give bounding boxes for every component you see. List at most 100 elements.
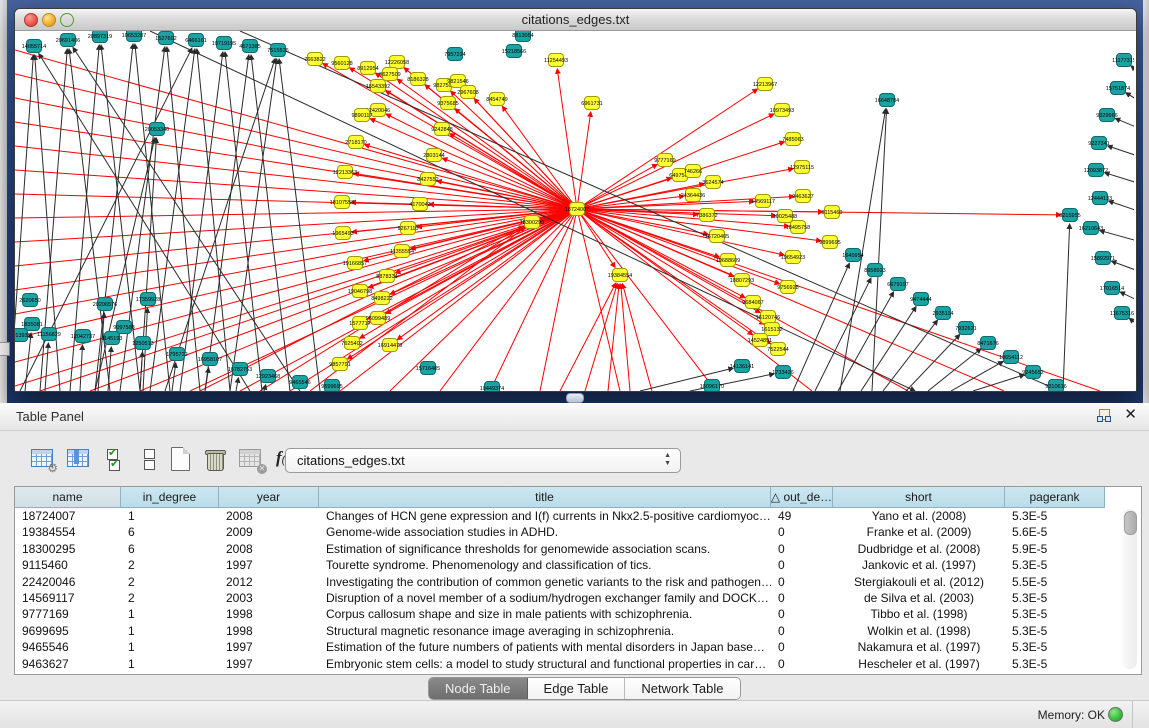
graph-node[interactable]: 9329966 [1096,109,1117,122]
table-row[interactable]: 969969511998Structural magnetic resonanc… [15,623,1105,639]
table-row[interactable]: 946554611997Estimation of the future num… [15,639,1105,655]
graph-node[interactable]: 19654923 [781,251,805,264]
graph-node[interactable]: 9560128 [331,57,352,70]
graph-node[interactable]: 17359928 [136,293,160,306]
column-header-title[interactable]: title [319,487,771,508]
collapsed-panel-notch[interactable] [0,342,10,356]
graph-node[interactable]: 7522544 [767,343,788,356]
graph-node[interactable]: 14569117 [751,195,775,208]
auto-select-rows-icon[interactable]: ✔ ✔ [102,446,128,472]
graph-node[interactable]: 16958107 [198,353,222,366]
graph-node[interactable]: 1965493 [332,227,353,240]
graph-node[interactable]: 16720405 [705,230,729,243]
graph-node[interactable]: 8813054 [512,31,533,42]
graph-node[interactable]: 11675316 [1110,307,1134,320]
table-vertical-scrollbar[interactable] [1122,509,1137,669]
graph-node[interactable]: 9899695 [819,236,840,249]
graph-node[interactable]: 8215955 [1059,209,1080,222]
graph-node[interactable]: 10653287 [122,31,146,42]
graph-node[interactable]: 12093872 [1084,164,1108,177]
graph-node[interactable]: 20206576 [93,298,117,311]
table-row[interactable]: 2242004622012Investigating the contribut… [15,574,1105,590]
graph-node[interactable]: 1795722 [166,348,187,361]
graph-node[interactable]: 14136141 [730,360,754,373]
graph-node[interactable]: 12226058 [385,56,409,69]
graph-node[interactable]: 8454749 [486,93,507,106]
column-header-short[interactable]: short [833,487,1005,508]
graph-node[interactable]: 1250513 [132,337,153,350]
column-header-pagerank[interactable]: pagerank [1005,487,1105,508]
splitpane-handle[interactable] [566,393,584,403]
graph-node[interactable]: 7485063 [782,133,803,146]
graph-node[interactable]: 12213967 [753,78,777,91]
graph-node[interactable]: 9857791 [329,358,350,371]
graph-node[interactable]: 8958923 [864,264,885,277]
graph-node[interactable]: 2718170 [345,136,366,149]
graph-node[interactable]: 9267110 [397,222,418,235]
graph-node[interactable]: 7386372 [696,209,717,222]
column-header-name[interactable]: name [15,487,121,508]
graph-node[interactable]: 11355554 [390,245,414,258]
graph-node[interactable]: 4170043 [409,198,430,211]
graph-node[interactable]: 9310616 [1045,380,1066,392]
delete-entries-icon[interactable] [202,446,228,472]
tab-network-table[interactable]: Network Table [625,678,739,699]
table-row[interactable]: 1456911722003Disruption of a novel membe… [15,590,1105,606]
column-header-year[interactable]: year [219,487,319,508]
graph-node[interactable]: 7625402 [341,337,362,350]
graph-node[interactable]: 9627509 [379,68,400,81]
graph-node[interactable]: 10449374 [480,382,504,392]
graph-node[interactable]: 15892971 [1091,252,1115,265]
table-row[interactable]: 977716911998Corpus callosum shape and si… [15,606,1105,622]
graph-node[interactable]: 16096170 [700,380,724,392]
table-header-row[interactable]: namein_degreeyeartitle△ out_de…shortpage… [15,487,1105,508]
network-canvas[interactable]: 1405571420691406208973191065328715276026… [15,31,1136,391]
graph-node[interactable]: 7957224 [444,48,465,61]
show-columns-icon[interactable] [66,446,92,472]
tab-node-table[interactable]: Node Table [429,678,528,699]
graph-node[interactable]: 10719195 [212,37,236,50]
graph-node[interactable]: 2935114 [932,307,953,320]
graph-node[interactable]: 9684067 [742,296,763,309]
graph-node[interactable]: 7663822 [304,53,325,66]
graph-node[interactable]: 9242848 [431,123,452,136]
graph-node[interactable]: 1733426 [772,366,793,379]
graph-node[interactable]: 9777169 [654,154,675,167]
graph-node[interactable]: 9465546 [289,376,310,389]
graph-node[interactable]: 20691406 [56,34,80,47]
table-row[interactable]: 946362711997Embryonic stem cells: a mode… [15,656,1105,672]
table-settings-icon[interactable]: ⚙ [30,446,56,472]
graph-node[interactable]: 14055714 [22,40,46,53]
graph-node[interactable]: 12444133 [1088,192,1112,205]
graph-node[interactable]: 4671385 [239,40,260,53]
graph-node[interactable]: 9097588 [113,321,134,334]
graph-node[interactable]: 15751874 [1106,82,1130,95]
graph-node[interactable]: 2967608 [457,86,478,99]
graph-node[interactable]: 12213363 [333,166,357,179]
graph-node[interactable]: 24364436 [681,189,705,202]
table-row[interactable]: 911546021997Tourette syndrome. Phenomeno… [15,557,1105,573]
graph-node[interactable]: 9245652 [1022,366,1043,379]
graph-node[interactable]: 9375685 [437,97,458,110]
graph-node[interactable]: 8878334 [376,270,397,283]
tab-edge-table[interactable]: Edge Table [528,678,626,699]
graph-node[interactable]: 746266 [684,165,702,178]
row-height-icon[interactable] [136,446,162,472]
close-panel-icon[interactable]: ✕ [1124,407,1137,423]
graph-node[interactable]: 9756928 [777,281,798,294]
table-selector-dropdown[interactable]: citations_edges.txt ▲▼ [285,448,681,473]
graph-node[interactable]: 9699695 [321,380,342,392]
graph-node[interactable]: 3624574 [702,176,723,189]
graph-node[interactable]: 16914479 [378,339,402,352]
graph-node[interactable]: 7932621 [955,322,976,335]
graph-node[interactable]: 15716485 [416,362,440,375]
graph-node[interactable]: 6679197 [887,278,908,291]
graph-node[interactable]: 9463627 [792,190,813,203]
column-header-out_de[interactable]: △ out_de… [771,487,833,508]
graph-node[interactable]: 12975115 [790,161,814,174]
graph-node[interactable]: 9115460 [821,206,842,219]
graph-node[interactable]: 20897319 [88,31,112,43]
graph-node[interactable]: 16782753 [228,363,252,376]
graph-node[interactable]: 16648784 [875,94,899,107]
window-titlebar[interactable]: citations_edges.txt [15,9,1136,31]
